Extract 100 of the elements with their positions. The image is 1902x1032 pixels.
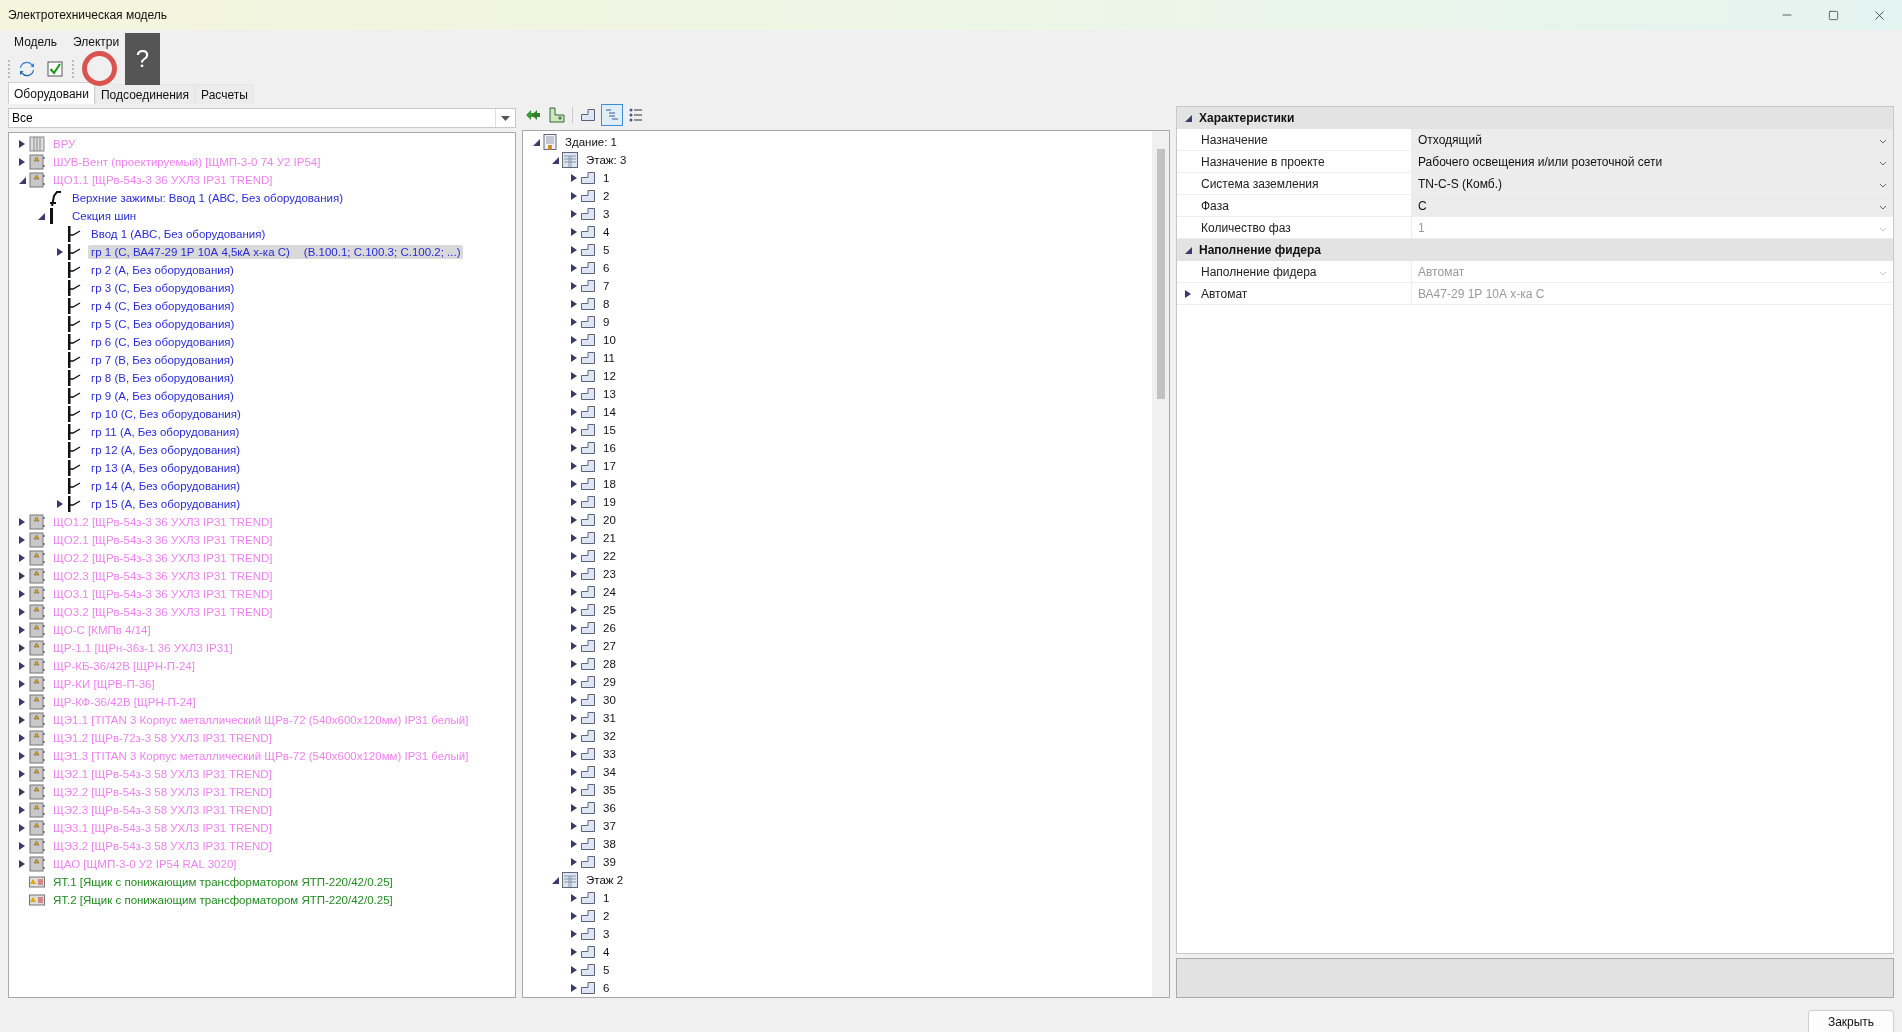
tree-item[interactable]: 37: [600, 819, 619, 833]
transformer-box-icon: [29, 893, 45, 907]
tree-item[interactable]: 23: [600, 567, 619, 581]
room-icon: [581, 496, 595, 508]
tree-item[interactable]: гр 1 (С, ВА47-29 1Р 10А 4,5кА х-ка С) (B.100.1; C.100.3; C.100.2; ...): [88, 245, 464, 259]
tree-item[interactable]: 1: [600, 171, 613, 185]
tree-item[interactable]: 21: [600, 531, 619, 545]
tree-item[interactable]: 26: [600, 621, 619, 635]
tree-item[interactable]: 22: [600, 549, 619, 563]
filter-dropdown[interactable]: Все: [8, 108, 516, 128]
tree-item[interactable]: 29: [600, 675, 619, 689]
switchboard-icon: [29, 136, 45, 152]
tree-item[interactable]: 9: [600, 315, 613, 329]
tree-item[interactable]: 13: [600, 387, 619, 401]
tree-item[interactable]: гр 8 (В, Без оборудования): [88, 371, 237, 385]
switch-icon: [67, 298, 83, 314]
tab[interactable]: Расчеты: [195, 84, 254, 104]
tree-item[interactable]: Верхние зажимы: Ввод 1 (АВС, Без оборудования): [69, 191, 347, 205]
tree-item[interactable]: 11: [600, 351, 618, 365]
tree-item[interactable]: 34: [600, 765, 619, 779]
tree-item[interactable]: 2: [600, 909, 613, 923]
tree-item[interactable]: 30: [600, 693, 619, 707]
room-icon: [581, 226, 595, 238]
tree-item[interactable]: гр 6 (С, Без оборудования): [88, 335, 238, 349]
tree-item[interactable]: 33: [600, 747, 619, 761]
toolbar-button[interactable]: [601, 104, 623, 126]
tree-item[interactable]: 24: [600, 585, 619, 599]
tree-item[interactable]: гр 9 (А, Без оборудования): [88, 389, 237, 403]
property-value[interactable]: Рабочего освещения и/или розеточной сети: [1412, 151, 1893, 172]
tree-item[interactable]: 17: [600, 459, 619, 473]
tree-item[interactable]: 31: [600, 711, 619, 725]
tree-item[interactable]: 8: [600, 297, 613, 311]
tree-item[interactable]: ЯТ.2 [Ящик с понижающим трансформатором ЯТП-220/42/0.25]: [50, 893, 396, 907]
tree-item[interactable]: 27: [600, 639, 619, 653]
toolbar-button[interactable]: [546, 104, 568, 126]
tree-item[interactable]: Этаж 2: [583, 873, 627, 887]
cabinet-icon: [29, 694, 45, 710]
double-arrow-icon: [525, 109, 541, 121]
property-name: Автомат: [1201, 286, 1248, 301]
room-icon: [581, 280, 595, 292]
check-button[interactable]: [44, 58, 66, 80]
tree-item[interactable]: гр 2 (А, Без оборудования): [88, 263, 237, 277]
tree-item[interactable]: гр 12 (А, Без оборудования): [88, 443, 244, 457]
tree-item[interactable]: 39: [600, 855, 619, 869]
tree-item[interactable]: 35: [600, 783, 619, 797]
tab[interactable]: Подсоединения: [94, 84, 196, 104]
cabinet-icon: [29, 748, 45, 764]
property-value[interactable]: С: [1412, 195, 1893, 216]
tree-item[interactable]: 25: [600, 603, 619, 617]
room-icon: [581, 442, 595, 454]
tree-item[interactable]: 12: [600, 369, 619, 383]
tree-item[interactable]: 7: [600, 279, 613, 293]
tree-item[interactable]: 4: [600, 225, 613, 239]
close-button[interactable]: Закрыть: [1808, 1010, 1894, 1032]
tree-item[interactable]: гр 4 (С, Без оборудования): [88, 299, 238, 313]
tree-item[interactable]: 16: [600, 441, 619, 455]
tree-item[interactable]: 14: [600, 405, 619, 419]
tree-item[interactable]: гр 11 (А, Без оборудования): [88, 425, 243, 439]
property-value[interactable]: TN-C-S (Комб.): [1412, 173, 1893, 194]
tree-item[interactable]: гр 15 (А, Без оборудования): [88, 497, 244, 511]
tree-item[interactable]: 6: [600, 261, 613, 275]
tree-item[interactable]: Здание: 1: [562, 135, 620, 149]
room-icon: [581, 676, 595, 688]
tree-item[interactable]: Секция шин: [69, 209, 140, 223]
tree-item[interactable]: Ввод 1 (АВС, Без оборудования): [88, 227, 269, 241]
scrollbar[interactable]: [1152, 131, 1169, 997]
tree-item[interactable]: 3: [600, 207, 613, 221]
tree-item[interactable]: 20: [600, 513, 619, 527]
tree-item[interactable]: 15: [600, 423, 619, 437]
tree-item[interactable]: гр 13 (А, Без оборудования): [88, 461, 244, 475]
tree-item[interactable]: 4: [600, 945, 613, 959]
switch-icon: [67, 496, 83, 512]
menu-item[interactable]: Модель: [6, 35, 66, 49]
tree-item[interactable]: 28: [600, 657, 619, 671]
room-icon: [581, 370, 595, 382]
tree-item[interactable]: гр 5 (С, Без оборудования): [88, 317, 238, 331]
tree-item[interactable]: 3: [600, 927, 613, 941]
tree-item[interactable]: ЯТ.1 [Ящик с понижающим трансформатором ЯТП-220/42/0.25]: [50, 875, 396, 889]
menu-item[interactable]: Электри: [65, 35, 128, 49]
property-value[interactable]: Отходящий: [1412, 129, 1893, 150]
tree-item[interactable]: гр 7 (В, Без оборудования): [88, 353, 237, 367]
tree-item[interactable]: гр 14 (А, Без оборудования): [88, 479, 244, 493]
tab[interactable]: Оборудовани: [8, 82, 95, 104]
tree-item[interactable]: 32: [600, 729, 619, 743]
tree-item[interactable]: 6: [600, 981, 613, 995]
tree-item[interactable]: 10: [600, 333, 619, 347]
tree-item[interactable]: 5: [600, 243, 613, 257]
tree-item[interactable]: 19: [600, 495, 619, 509]
tree-item[interactable]: 38: [600, 837, 619, 851]
tree-item[interactable]: Этаж: 3: [583, 153, 630, 167]
switch-icon: [67, 244, 83, 260]
tree-item[interactable]: гр 10 (С, Без оборудования): [88, 407, 244, 421]
tree-item[interactable]: 2: [600, 189, 613, 203]
tree-item[interactable]: 18: [600, 477, 619, 491]
tree-item[interactable]: гр 3 (С, Без оборудования): [88, 281, 238, 295]
room-icon: [581, 568, 595, 580]
tree-item[interactable]: 36: [600, 801, 619, 815]
room-icon: [581, 352, 595, 364]
tree-item[interactable]: 1: [600, 891, 613, 905]
tree-item[interactable]: 5: [600, 963, 613, 977]
